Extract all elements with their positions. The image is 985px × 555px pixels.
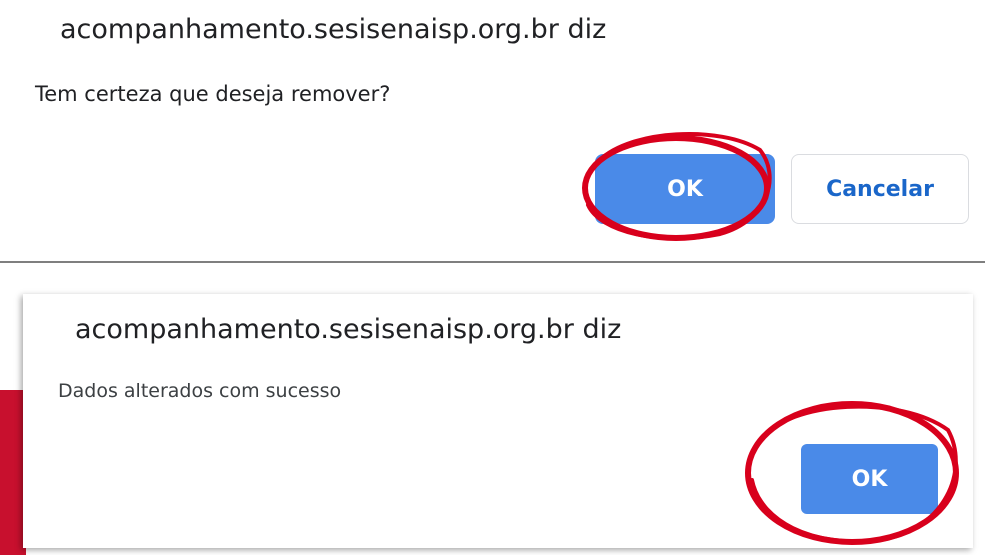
- screenshot-canvas: acompanhamento.sesisenaisp.org.br diz Te…: [0, 0, 985, 555]
- ok-button[interactable]: OK: [595, 154, 775, 224]
- alert-dialog: acompanhamento.sesisenaisp.org.br diz Da…: [23, 294, 973, 548]
- dialog-message: Dados alterados com sucesso: [58, 380, 342, 402]
- cancel-button[interactable]: Cancelar: [791, 154, 969, 224]
- dialog-origin-title: acompanhamento.sesisenaisp.org.br diz: [75, 314, 622, 345]
- dialog-origin-title: acompanhamento.sesisenaisp.org.br diz: [60, 14, 607, 45]
- dialog-message: Tem certeza que deseja remover?: [35, 82, 391, 106]
- confirm-dialog: acompanhamento.sesisenaisp.org.br diz Te…: [0, 0, 985, 258]
- divider: [0, 261, 985, 263]
- ok-button[interactable]: OK: [801, 444, 938, 514]
